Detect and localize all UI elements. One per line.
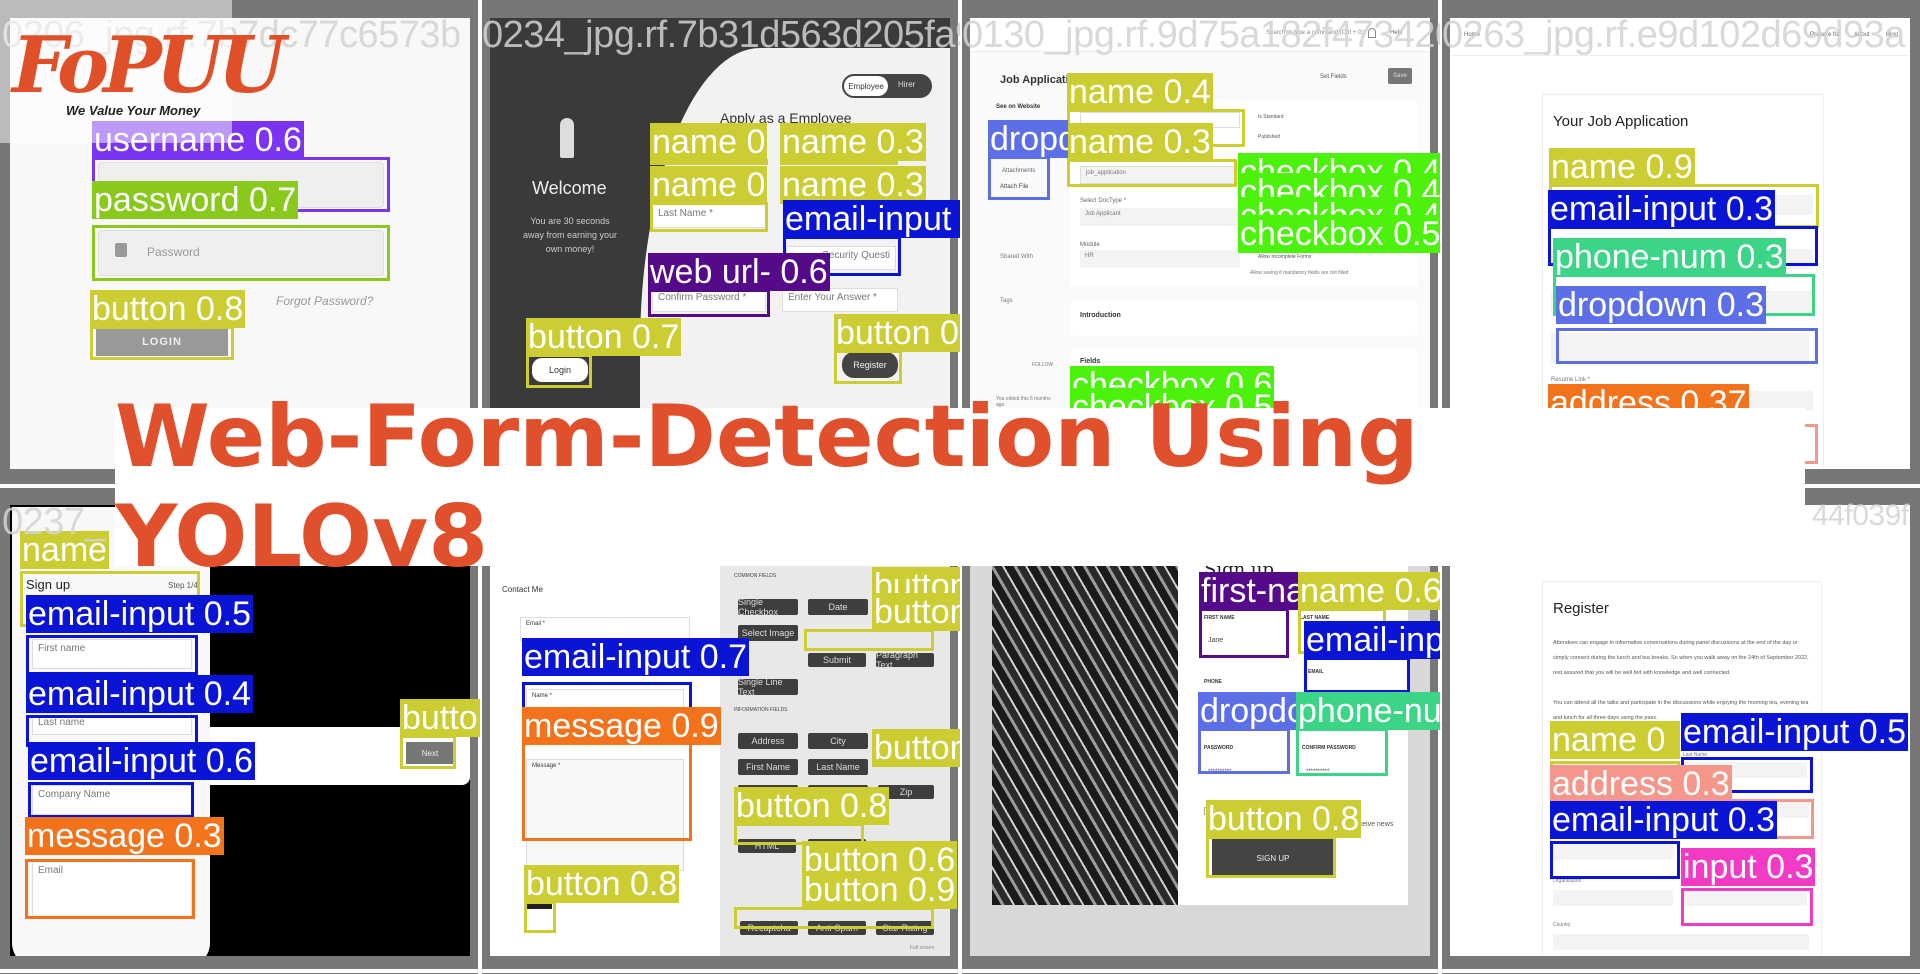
file-name: 0234_jpg.rf.7b31d563d205fa9 [482, 14, 960, 56]
detection-label: dropdown 0.3 [1556, 286, 1767, 324]
is-standard-checkbox[interactable]: Is Standard [1258, 114, 1284, 120]
detection-label: email-input 0.3 [1548, 190, 1776, 228]
file-name: 0130_jpg.rf.9d75a182f473420c5 [962, 14, 1440, 56]
fields-label: Fields [1080, 358, 1101, 365]
detection-label: phone-num 0.3 [1553, 238, 1786, 276]
rocket-icon [560, 118, 574, 158]
info-fields-heading: INFORMATION FIELDS [734, 707, 788, 713]
shared-with-label: Shared With [1000, 254, 1034, 260]
palette-address[interactable]: Address [738, 733, 798, 749]
brand-logo: FoPUU We Value Your Money [0, 0, 286, 143]
detection-label: name 0.4 [1067, 73, 1213, 111]
palette-submit[interactable]: Submit [808, 653, 866, 667]
follow-button[interactable]: FOLLOW [1032, 362, 1053, 368]
detection-label: web url- 0.6 [648, 253, 830, 291]
palette-single-checkbox[interactable]: Single Checkbox [738, 597, 798, 617]
title-banner: Web-Form-Detection Using YOLOv8 [115, 387, 1805, 587]
logo-tagline: We Value Your Money [66, 103, 201, 118]
register-title: Register [1553, 600, 1609, 617]
tags-label: Tags [1000, 298, 1013, 304]
detection-label: email-input 0.6 [28, 742, 256, 780]
detection-label: dropdown [988, 120, 1068, 158]
answer-field[interactable]: Enter Your Answer * [782, 288, 898, 312]
detection-label: button 0.7 [526, 318, 682, 356]
detection-label: message 0.9 [522, 707, 721, 745]
detection-label: email-input 0.4 [26, 675, 254, 713]
detection-label: name 0.3 [1067, 123, 1213, 161]
toggle-hirer[interactable]: Hirer [898, 80, 915, 89]
detection-label: name 0 [650, 166, 768, 204]
detection-label: email-input 0.7 [522, 638, 750, 676]
allow-incomplete-checkbox[interactable]: Allow Incomplete Forms [1258, 254, 1311, 260]
file-name: 44f039f [1812, 499, 1909, 532]
detection-label: button 0.8 [524, 865, 680, 903]
detection-label: password 0.7 [92, 181, 299, 219]
module-select[interactable]: HR [1080, 250, 1240, 268]
set-fields-button[interactable]: Set Fields [1320, 74, 1347, 80]
detection-label: button 0.8 [734, 787, 890, 825]
banner-title: Web-Form-Detection Using YOLOv8 [115, 387, 1419, 587]
detection-label: phone-num 0.3 [1296, 692, 1440, 730]
detection-label: input 0.3 [1681, 848, 1816, 886]
detection-label: name 0 [1550, 721, 1680, 759]
phone-label: PHONE [1204, 679, 1222, 685]
file-name: 0237_ [2, 501, 106, 543]
detection-label: button 0.8 [1206, 800, 1362, 838]
introduction-label: Introduction [1080, 312, 1121, 319]
detection-label: name 0.3 [780, 166, 926, 204]
detection-label: button 0.9 [802, 871, 958, 909]
detection-label: email-input 0.5 [1681, 713, 1909, 751]
allow-incomplete-note: Allow saving if mandatory fields are not… [1250, 270, 1349, 276]
resume-link-label: Resume Link * [1551, 377, 1591, 383]
module-label: Module [1080, 242, 1100, 248]
fullscreen-toggle[interactable]: Full screen [910, 945, 934, 951]
card-title: Your Job Application [1553, 113, 1689, 130]
doctype-label: Select DocType * [1080, 198, 1127, 204]
detection-label: button 0.8 [872, 593, 960, 631]
detection-label: checkbox 0.5 [1238, 215, 1440, 253]
botanical-image [992, 555, 1178, 905]
save-button[interactable]: Save [1388, 68, 1412, 84]
palette-last-name[interactable]: Last Name [808, 759, 868, 775]
palette-first-name[interactable]: First Name [738, 759, 798, 775]
detection-label: button 0.7 [834, 314, 960, 352]
detection-label: email-input 0.3 [1550, 801, 1778, 839]
intro-paragraph: Attendees can engage in informative conv… [1553, 640, 1809, 676]
detection-label: email-input 0.8 [783, 200, 960, 238]
country-label: Country [1553, 922, 1571, 928]
detection-label: button 0.7 [872, 729, 960, 767]
detection-label: name 0.3 [780, 123, 926, 161]
logo-mark: FoPUU [12, 20, 286, 111]
toggle-employee[interactable]: Employee [844, 76, 888, 96]
welcome-heading: Welcome [532, 178, 607, 198]
detection-label: address 0.3 [1550, 765, 1732, 803]
see-on-website-link[interactable]: See on Website [996, 104, 1040, 110]
palette-city[interactable]: City [808, 733, 868, 749]
country-field[interactable] [1553, 934, 1809, 950]
role-toggle[interactable]: Employee Hirer [842, 74, 932, 98]
detection-label: dropdown [1198, 692, 1296, 730]
detection-label: email-input 0.5 [26, 595, 254, 633]
introduction-section[interactable]: Introduction [1070, 300, 1418, 336]
palette-single-line-text[interactable]: Single Line Text [738, 677, 798, 697]
organization-field[interactable] [1553, 890, 1673, 906]
file-name: 0263_jpg.rf.e9d102d69d93a [1442, 14, 1905, 56]
detection-mosaic: Password Forgot Password? LOGIN 0206_jpg… [0, 0, 1920, 974]
forgot-password-link[interactable]: Forgot Password? [276, 294, 373, 308]
detection-label: email-input 0.7 [1304, 621, 1440, 659]
detection-label: button 0.8 [90, 290, 246, 328]
detection-label: message 0.3 [25, 817, 224, 855]
welcome-subtext: You are 30 seconds away from earning you… [522, 216, 618, 254]
detection-label: button 0 [400, 699, 480, 737]
palette-date[interactable]: Date [808, 599, 868, 615]
doctype-select[interactable]: Job Applicant [1080, 208, 1240, 226]
palette-paragraph-text[interactable]: Paragraph Text [876, 650, 934, 670]
published-checkbox[interactable]: Published [1258, 134, 1280, 140]
detection-label: name 0 [650, 123, 768, 161]
detection-label: name 0.9 [1549, 148, 1695, 186]
